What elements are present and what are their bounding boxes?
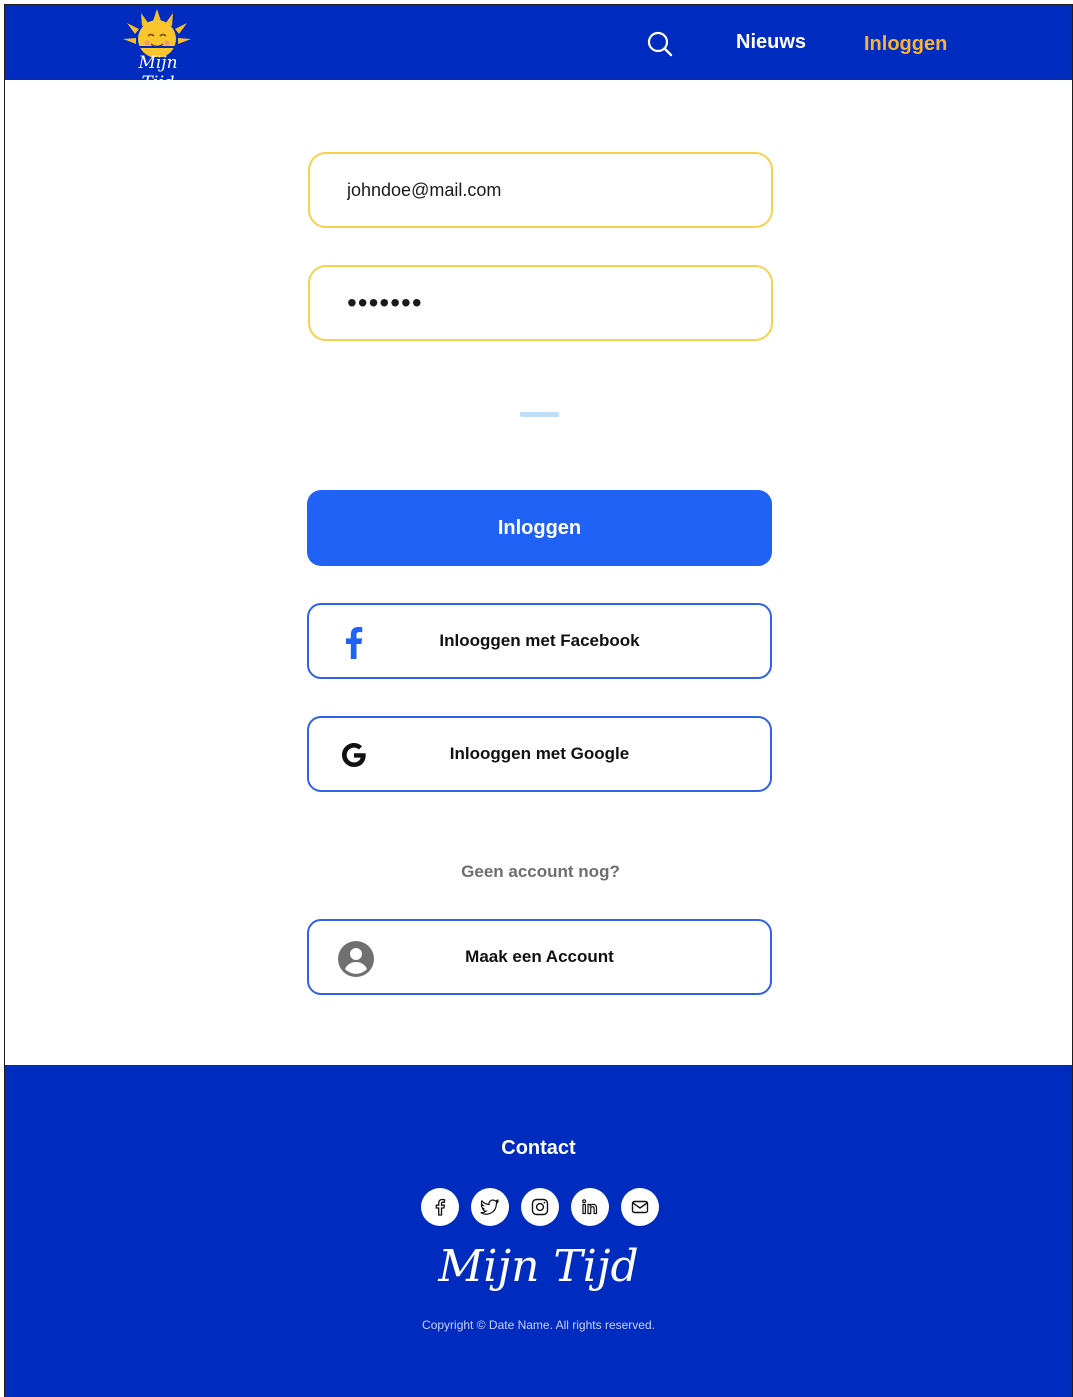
footer-logo: Mijn Tijd [438, 1241, 639, 1292]
instagram-link[interactable] [521, 1188, 559, 1226]
twitter-icon [480, 1198, 500, 1215]
sun-icon [123, 9, 191, 58]
nav-login-link[interactable]: Inloggen [864, 33, 947, 56]
twitter-link[interactable] [471, 1188, 509, 1226]
mail-link[interactable] [621, 1188, 659, 1226]
top-navbar: Mijn Tijd Nieuws Inloggen [5, 5, 1072, 93]
page-frame: Mijn Tijd Nieuws Inloggen Inloggen Inloo… [4, 4, 1073, 1397]
contact-title: Contact [501, 1137, 576, 1159]
google-login-button[interactable]: Inlooggen met Google [307, 716, 772, 792]
instagram-icon [531, 1198, 549, 1216]
password-input[interactable] [310, 267, 771, 339]
copyright-text: Copyright © Date Name. All rights reserv… [422, 1318, 655, 1332]
search-icon[interactable] [647, 31, 673, 57]
nav-news-link[interactable]: Nieuws [736, 31, 806, 54]
create-account-label: Maak een Account [465, 947, 614, 966]
linkedin-link[interactable] [571, 1188, 609, 1226]
facebook-login-button[interactable]: Inlooggen met Facebook [307, 603, 772, 679]
brand-logo[interactable]: Mijn Tijd [117, 7, 197, 93]
google-login-label: Inlooggen met Google [449, 744, 630, 763]
password-field-wrapper [308, 265, 773, 341]
email-input[interactable] [310, 154, 771, 226]
loading-indicator [520, 412, 559, 417]
create-account-button[interactable]: Maak een Account [307, 919, 772, 995]
email-field-wrapper [308, 152, 773, 228]
facebook-icon [435, 1198, 446, 1216]
social-links [419, 1188, 659, 1228]
linkedin-icon [582, 1199, 598, 1215]
no-account-text: Geen account nog? [461, 862, 620, 881]
mail-icon [631, 1200, 649, 1214]
logo-text: Mijn Tijd [138, 53, 178, 93]
facebook-link[interactable] [421, 1188, 459, 1226]
footer: Contact Mijn Tijd Copyright © Date Name.… [5, 1065, 1072, 1397]
login-button[interactable]: Inloggen [307, 490, 772, 566]
facebook-login-label: Inlooggen met Facebook [439, 631, 640, 650]
